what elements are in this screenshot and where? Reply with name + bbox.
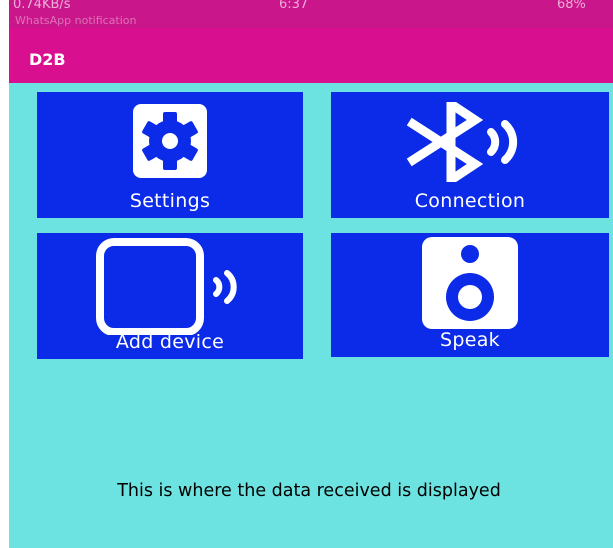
network-speed: 0.74KB/s — [13, 0, 71, 12]
app-screen: 0.74KB/s 6:37 68% WhatsApp notification … — [9, 0, 613, 548]
add-device-label: Add device — [115, 331, 225, 353]
main-content: Settings Connection Add device Speak Thi… — [9, 83, 613, 548]
phone-signal-icon — [96, 238, 237, 335]
status-time: 6:37 — [279, 0, 309, 12]
status-bar: 0.74KB/s 6:37 68% WhatsApp notification — [9, 0, 613, 28]
settings-button[interactable]: Settings — [37, 92, 303, 218]
received-data-display: This is where the data received is displ… — [117, 481, 501, 501]
app-title: D2B — [29, 50, 66, 69]
settings-label: Settings — [129, 190, 211, 212]
bluetooth-icon — [406, 102, 518, 182]
connection-button[interactable]: Connection — [331, 92, 609, 218]
speaker-icon — [422, 237, 518, 329]
gear-icon — [133, 104, 207, 178]
speak-button[interactable]: Speak — [331, 233, 609, 357]
battery-level: 68% — [557, 0, 586, 12]
add-device-button[interactable]: Add device — [37, 233, 303, 359]
connection-label: Connection — [414, 190, 526, 212]
app-bar: D2B — [9, 28, 613, 83]
speak-label: Speak — [440, 329, 500, 351]
notification-text: WhatsApp notification — [15, 14, 137, 27]
